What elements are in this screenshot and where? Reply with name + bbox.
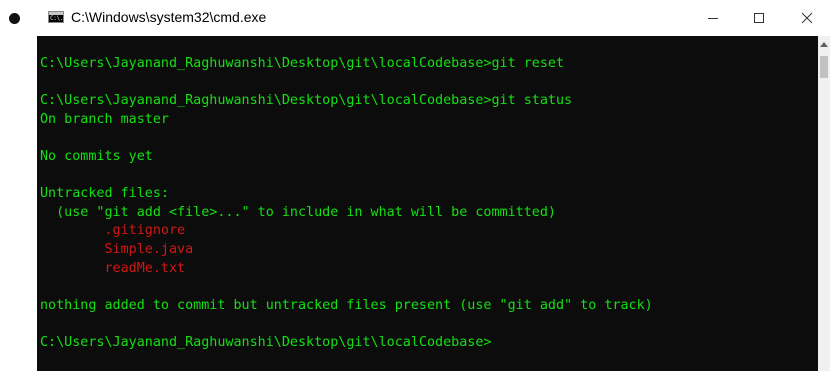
minimize-button[interactable] <box>690 0 736 36</box>
close-button[interactable] <box>784 0 830 36</box>
console-line: C:\Users\Jayanand_Raghuwanshi\Desktop\gi… <box>40 335 492 350</box>
list-bullet <box>9 13 20 24</box>
scroll-up-button[interactable] <box>818 36 830 52</box>
minimize-icon <box>708 17 718 19</box>
close-icon <box>801 12 813 24</box>
cmd-window: C:\. C:\Windows\system32\cmd.exe C:\User… <box>37 0 830 371</box>
window-title: C:\Windows\system32\cmd.exe <box>71 9 267 25</box>
console-line: Untracked files: <box>40 186 169 202</box>
scrollbar-thumb[interactable] <box>820 56 828 78</box>
console-output[interactable]: C:\Users\Jayanand_Raghuwanshi\Desktop\gi… <box>37 36 818 371</box>
cmd-app-icon-label: C:\. <box>50 15 64 22</box>
cmd-app-icon[interactable]: C:\. <box>48 11 64 23</box>
scroll-up-icon <box>820 41 828 47</box>
console-line: No commits yet <box>40 149 153 164</box>
maximize-icon <box>754 13 764 23</box>
console-line: readMe.txt <box>40 260 186 276</box>
maximize-button[interactable] <box>736 0 782 36</box>
vertical-scrollbar[interactable] <box>818 36 830 371</box>
console-line: (use "git add <file>..." to include in w… <box>40 204 556 220</box>
console-line: On branch master <box>40 111 169 127</box>
console-line: C:\Users\Jayanand_Raghuwanshi\Desktop\gi… <box>40 93 573 109</box>
console-line: nothing added to commit but untracked fi… <box>40 297 653 313</box>
title-bar[interactable]: C:\. C:\Windows\system32\cmd.exe <box>37 0 830 36</box>
console-line: .gitignore <box>40 223 186 239</box>
console-line: C:\Users\Jayanand_Raghuwanshi\Desktop\gi… <box>40 56 565 71</box>
console-line: Simple.java <box>40 242 194 257</box>
